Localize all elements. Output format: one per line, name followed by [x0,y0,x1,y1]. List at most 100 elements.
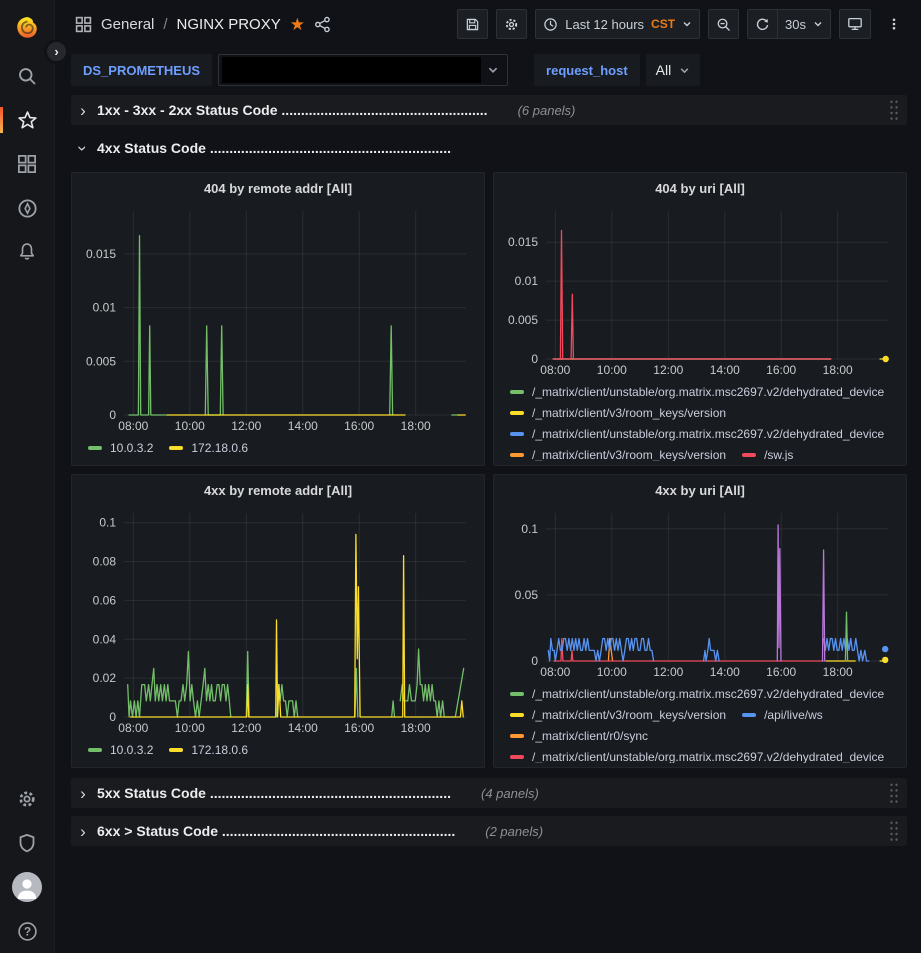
legend-item[interactable]: /_matrix/client/unstable/org.matrix.msc2… [510,746,884,763]
legend-swatch-icon [510,713,524,717]
svg-text:18:00: 18:00 [401,721,431,735]
timeseries-chart[interactable]: 00.050.108:0010:0012:0014:0016:0018:00 [500,505,900,681]
sidebar-expand-button[interactable]: › [44,39,69,64]
favorite-star-icon[interactable]: ★ [290,16,305,33]
chevron-down-icon [813,19,823,29]
legend-label: /_matrix/client/unstable/org.matrix.msc2… [532,385,884,399]
legend-item[interactable]: /_matrix/client/unstable/org.matrix.msc2… [510,683,884,704]
bell-icon [17,242,37,262]
legend-item[interactable]: /sw.js [742,444,793,461]
svg-text:10:00: 10:00 [175,419,205,433]
legend-item[interactable]: 172.18.0.6 [169,437,248,458]
row-5xx-status-code[interactable]: › 5xx Status Code ......................… [71,778,907,808]
svg-text:12:00: 12:00 [653,363,683,377]
legend-swatch-icon [169,446,183,450]
svg-text:18:00: 18:00 [401,419,431,433]
legend-label: 10.0.3.2 [110,743,153,757]
legend-item[interactable]: /_matrix/client/unstable/org.matrix.msc2… [510,423,884,444]
svg-text:0: 0 [531,352,538,366]
refresh-interval-dropdown[interactable]: 30s [777,9,831,39]
top-navbar: General / NGINX PROXY ★ [55,0,921,48]
legend-item[interactable]: /_matrix/client/v3/room_keys/version [510,704,726,725]
panel-4xx-by-uri: 4xx by uri [All] 00.050.108:0010:0012:00… [493,474,907,768]
sidebar-item-configuration[interactable] [0,777,55,821]
legend-item[interactable]: /_matrix/client/v3/room_keys/version [510,402,726,423]
save-dashboard-button[interactable] [457,9,488,39]
sidebar-item-profile[interactable] [0,865,55,909]
timeseries-chart[interactable]: 00.0050.010.01508:0010:0012:0014:0016:00… [78,203,478,435]
legend-item[interactable]: 10.0.3.2 [88,437,153,458]
breadcrumb-section[interactable]: General [101,16,154,33]
legend-swatch-icon [510,453,524,457]
time-range-picker[interactable]: Last 12 hours CST [535,9,700,39]
timeseries-chart[interactable]: 00.0050.010.01508:0010:0012:0014:0016:00… [500,203,900,379]
panel-4xx-by-remote-addr: 4xx by remote addr [All] 00.020.040.060.… [71,474,485,768]
row-6xx-status-code[interactable]: › 6xx > Status Code ....................… [71,816,907,846]
svg-text:10:00: 10:00 [175,721,205,735]
chart-canvas[interactable]: 00.020.040.060.080.108:0010:0012:0014:00… [78,505,478,737]
monitor-icon [847,16,863,32]
tv-mode-button[interactable] [839,9,871,39]
legend-item[interactable]: 172.18.0.6 [169,739,248,760]
row-1xx-3xx-2xx-status-code[interactable]: › 1xx - 3xx - 2xx Status Code ..........… [71,95,907,125]
legend-item[interactable]: /_matrix/client/unstable/org.matrix.msc2… [510,381,884,402]
svg-text:10:00: 10:00 [597,363,627,377]
datasource-variable-label[interactable]: DS_PROMETHEUS [71,54,212,86]
svg-text:12:00: 12:00 [653,665,683,679]
gear-icon [504,17,519,32]
request-host-variable-select[interactable]: All [646,54,701,86]
legend-item[interactable]: /_matrix/client/r0/sync [510,725,648,746]
chevron-down-icon [487,64,499,76]
panel-title[interactable]: 4xx by uri [All] [500,475,900,505]
sidebar-item-help[interactable]: ? [0,909,55,953]
panel-title[interactable]: 404 by uri [All] [500,173,900,203]
row-4xx-status-code[interactable]: › 4xx Status Code ......................… [71,133,907,163]
row-panel-count: (4 panels) [481,786,539,801]
row-drag-handle-icon[interactable] [889,99,899,121]
panel-legend: /_matrix/client/unstable/org.matrix.msc2… [500,681,900,763]
datasource-variable-select[interactable] [218,54,508,86]
panel-title[interactable]: 404 by remote addr [All] [78,173,478,203]
request-host-variable-value: All [656,62,672,78]
legend-item[interactable]: 10.0.3.2 [88,739,153,760]
svg-text:0.05: 0.05 [515,588,539,602]
row-title: 6xx > Status Code ......................… [97,823,455,839]
svg-text:10:00: 10:00 [597,665,627,679]
sidebar-item-alerting[interactable] [0,230,55,274]
row-drag-handle-icon[interactable] [889,820,899,842]
navbar-actions: Last 12 hours CST 30s [457,9,909,39]
zoom-out-time-button[interactable] [708,9,739,39]
legend-item[interactable]: /_matrix/client/v3/room_keys/version [510,444,726,461]
row-panel-count: (2 panels) [485,824,543,839]
panel-title[interactable]: 4xx by remote addr [All] [78,475,478,505]
legend-item[interactable]: /api/live/ws [742,704,823,725]
request-host-variable-label[interactable]: request_host [534,54,640,86]
legend-swatch-icon [510,755,524,759]
dashboard-settings-button[interactable] [496,9,527,39]
refresh-button[interactable] [747,9,777,39]
dashboard-title[interactable]: NGINX PROXY [177,16,281,33]
chart-canvas[interactable]: 00.0050.010.01508:0010:0012:0014:0016:00… [78,203,478,435]
sidebar-item-dashboards[interactable] [0,142,55,186]
chevron-down-icon [682,19,692,29]
dashboards-grid-icon [17,154,37,174]
legend-swatch-icon [742,453,756,457]
timeseries-chart[interactable]: 00.020.040.060.080.108:0010:0012:0014:00… [78,505,478,737]
sidebar-item-starred[interactable] [0,98,55,142]
compass-icon [17,198,38,219]
more-options-button[interactable] [879,9,909,39]
svg-text:14:00: 14:00 [288,419,318,433]
star-icon [17,110,38,131]
chart-canvas[interactable]: 00.0050.010.01508:0010:0012:0014:0016:00… [500,203,900,379]
svg-text:0.005: 0.005 [508,313,538,327]
sidebar-item-search[interactable] [0,54,55,98]
zoom-out-icon [716,17,731,32]
svg-text:0.04: 0.04 [93,632,117,646]
sidebar-item-server-admin[interactable] [0,821,55,865]
row-drag-handle-icon[interactable] [889,782,899,804]
share-icon[interactable] [314,16,331,33]
sidebar-item-explore[interactable] [0,186,55,230]
legend-swatch-icon [169,748,183,752]
chart-canvas[interactable]: 00.050.108:0010:0012:0014:0016:0018:00 [500,505,900,681]
legend-label: /_matrix/client/r0/sync [532,729,648,743]
